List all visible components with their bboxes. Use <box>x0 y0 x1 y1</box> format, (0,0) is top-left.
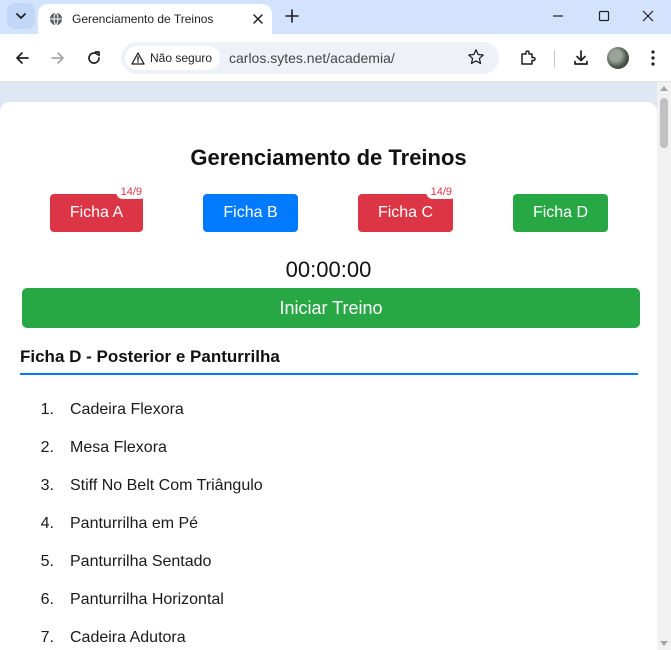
page-scrollbar[interactable] <box>657 82 671 650</box>
url-text[interactable]: carlos.sytes.net/academia/ <box>229 50 395 66</box>
page-viewport: Gerenciamento de Treinos Ficha A 14/9 Fi… <box>0 82 671 650</box>
scroll-thumb[interactable] <box>660 98 668 148</box>
ficha-b-label: Ficha B <box>223 204 278 221</box>
exercise-number: 3. <box>40 477 54 494</box>
exercise-item[interactable]: 1. Cadeira Flexora <box>0 399 640 437</box>
minimize-icon <box>553 15 563 17</box>
main-card: Gerenciamento de Treinos Ficha A 14/9 Fi… <box>0 102 657 650</box>
new-tab-button[interactable] <box>282 6 302 26</box>
security-label: Não seguro <box>150 51 213 65</box>
warning-icon <box>131 51 145 65</box>
ficha-c-button[interactable]: Ficha C 14/9 <box>358 185 457 232</box>
exercise-item[interactable]: 7. Cadeira Adutora <box>0 627 640 650</box>
exercise-item[interactable]: 4. Panturrilha em Pé <box>0 513 640 551</box>
scroll-up-arrow[interactable] <box>660 86 668 91</box>
section-title: Ficha D - Posterior e Panturrilha <box>20 347 280 366</box>
exercise-number: 4. <box>40 515 54 532</box>
tab-close-button[interactable] <box>249 10 267 28</box>
ficha-c-label: Ficha C <box>377 204 434 221</box>
exercise-number: 5. <box>40 553 54 570</box>
close-icon <box>642 10 654 22</box>
bookmark-button[interactable] <box>467 48 485 71</box>
security-chip[interactable]: Não seguro <box>125 46 221 70</box>
arrow-right-icon <box>51 52 64 64</box>
star-icon <box>468 49 484 65</box>
timer-display: 00:00:00 <box>285 257 372 282</box>
ficha-c-badge: 14/9 <box>425 185 457 199</box>
close-icon <box>253 14 263 24</box>
forward-button[interactable] <box>46 46 70 70</box>
exercise-name: Mesa Flexora <box>70 439 167 456</box>
exercise-name: Panturrilha em Pé <box>70 515 199 532</box>
section-divider <box>20 373 638 375</box>
globe-icon <box>49 12 63 26</box>
tab-search-button[interactable] <box>7 3 35 29</box>
profile-avatar[interactable] <box>607 47 629 69</box>
exercise-name: Panturrilha Sentado <box>70 553 212 570</box>
scroll-down-arrow[interactable] <box>660 641 668 646</box>
exercise-number: 7. <box>40 629 54 646</box>
browser-menu-button[interactable] <box>641 46 665 70</box>
ficha-d-label: Ficha D <box>532 204 589 221</box>
puzzle-icon <box>521 50 536 65</box>
exercise-number: 2. <box>40 439 54 456</box>
exercise-name: Stiff No Belt Com Triângulo <box>70 477 263 494</box>
start-workout-button[interactable]: Iniciar Treino <box>22 288 640 328</box>
kebab-menu-icon <box>651 50 655 66</box>
ficha-b-button[interactable]: Ficha B <box>203 194 298 232</box>
exercise-item[interactable]: 6. Panturrilha Horizontal <box>0 589 640 627</box>
address-bar[interactable]: Não seguro carlos.sytes.net/academia/ <box>121 42 499 74</box>
exercise-name: Cadeira Adutora <box>70 629 186 646</box>
ficha-a-badge: 14/9 <box>115 185 147 199</box>
exercise-number: 1. <box>40 401 54 418</box>
ficha-d-button[interactable]: Ficha D <box>513 194 608 232</box>
download-button[interactable] <box>569 46 593 70</box>
minimize-button[interactable] <box>535 0 581 32</box>
page-title: Gerenciamento de Treinos <box>190 145 467 170</box>
reload-button[interactable] <box>82 46 106 70</box>
browser-toolbar: Não seguro carlos.sytes.net/academia/ <box>0 34 671 82</box>
exercise-item[interactable]: 3. Stiff No Belt Com Triângulo <box>0 475 640 513</box>
chevron-down-icon <box>16 13 26 19</box>
start-workout-label: Iniciar Treino <box>279 297 383 318</box>
ficha-a-button[interactable]: Ficha A 14/9 <box>50 185 147 232</box>
exercise-name: Cadeira Flexora <box>70 401 184 418</box>
back-button[interactable] <box>10 46 34 70</box>
arrow-left-icon <box>16 52 29 64</box>
plus-icon <box>285 9 299 23</box>
exercise-name: Panturrilha Horizontal <box>70 591 224 608</box>
close-window-button[interactable] <box>625 0 671 32</box>
extensions-button[interactable] <box>516 46 540 70</box>
maximize-button[interactable] <box>581 0 627 32</box>
reload-icon <box>88 51 100 64</box>
exercise-number: 6. <box>40 591 54 608</box>
ficha-a-label: Ficha A <box>69 204 124 221</box>
exercise-list: 1. Cadeira Flexora 2. Mesa Flexora 3. St… <box>0 399 640 650</box>
tab-strip: Gerenciamento de Treinos <box>0 0 671 34</box>
exercise-item[interactable]: 2. Mesa Flexora <box>0 437 640 475</box>
toolbar-separator <box>554 50 555 68</box>
tab-title: Gerenciamento de Treinos <box>72 12 214 26</box>
maximize-icon <box>598 10 610 22</box>
download-icon <box>574 50 588 65</box>
browser-tab[interactable]: Gerenciamento de Treinos <box>38 4 272 34</box>
exercise-item[interactable]: 5. Panturrilha Sentado <box>0 551 640 589</box>
